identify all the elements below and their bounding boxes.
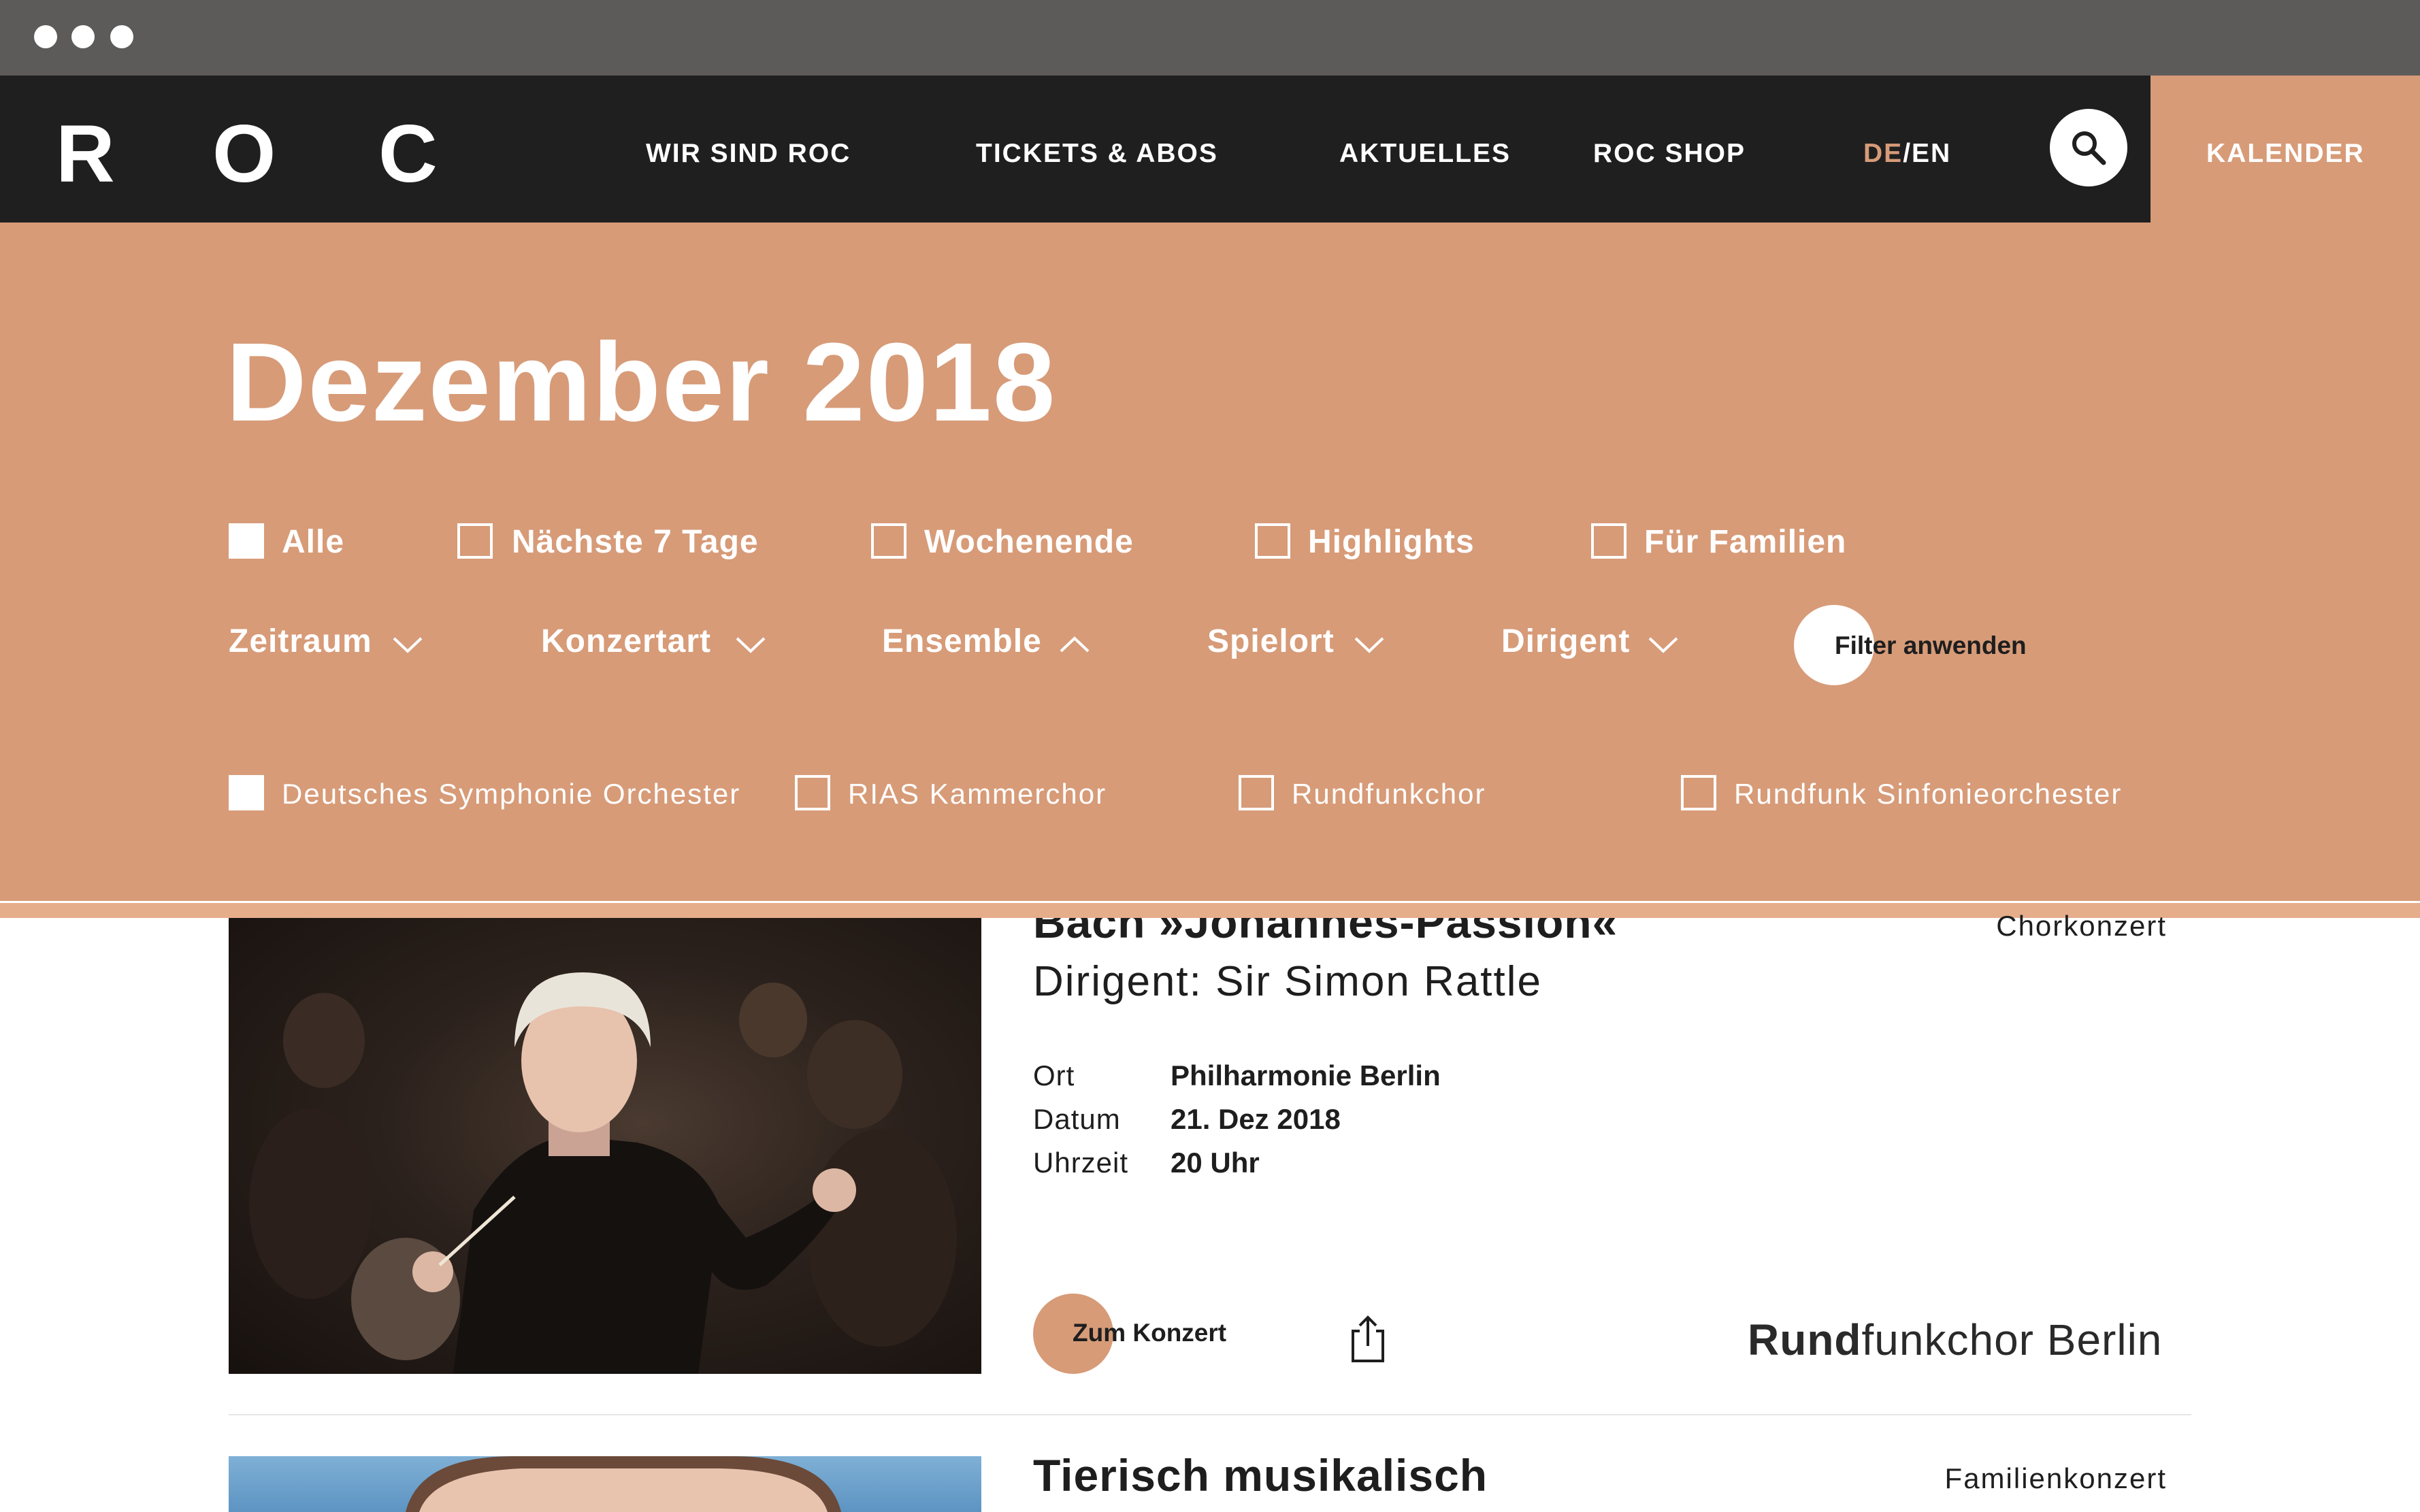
window-dot-icon[interactable] [71,25,95,48]
meta-value-datum: 21. Dez 2018 [1171,1103,1341,1135]
concert-type: Chorkonzert [1996,910,2167,942]
conductor-photo [249,972,957,1374]
meta-label-ort: Ort [1033,1059,1075,1091]
dropdown-konzertart[interactable]: Konzertart [541,623,772,661]
checkbox-rias-kammerchor[interactable] [795,775,830,810]
filter-label-alle[interactable]: Alle [282,523,344,561]
ensemble-label-rso[interactable]: Rundfunk Sinfonieorchester [1734,775,2122,813]
window-dot-icon[interactable] [110,25,133,48]
page-title: Dezember 2018 [226,320,1057,444]
concert-title[interactable]: Tierisch musikalisch [1033,1449,1488,1501]
window-dot-icon[interactable] [34,25,57,48]
apply-filter-label[interactable]: Filter anwenden [1835,631,2027,661]
filter-label-highlights[interactable]: Highlights [1308,523,1475,561]
dropdown-dirigent[interactable]: Dirigent [1501,623,1685,661]
dropdown-label: Konzertart [541,623,712,659]
share-icon[interactable] [1347,1313,1388,1365]
checkbox-wochenende[interactable] [871,523,906,559]
language-switcher: DE/EN [1863,140,1951,167]
nav-item-wir-sind-roc[interactable]: WIR SIND ROC [646,140,851,167]
search-icon [2072,131,2106,165]
dropdown-label: Zeitraum [229,623,372,659]
chevron-down-icon [736,637,766,653]
filter-label-naechste-7-tage[interactable]: Nächste 7 Tage [512,523,759,561]
site-header: R O C WIR SIND ROC TICKETS & ABOS AKTUEL… [0,76,2151,223]
chevron-down-icon [1354,637,1384,653]
chevron-down-icon [1648,637,1678,653]
search-button[interactable] [2050,109,2127,186]
concert-photo[interactable] [229,1456,981,1512]
zum-konzert-label[interactable]: Zum Konzert [1073,1318,1226,1348]
dropdown-label: Dirigent [1501,623,1631,659]
filter-label-fuer-familien[interactable]: Für Familien [1644,523,1846,561]
concert-conductor: Dirigent: Sir Simon Rattle [1033,958,1543,1005]
portrait-photo [406,1456,841,1512]
ensemble-logo[interactable]: Rundfunkchor Berlin [1748,1315,2162,1364]
calendar-filter-panel: Dezember 2018 Alle Nächste 7 Tage Wochen… [0,223,2420,901]
ensemble-label-rias[interactable]: RIAS Kammerchor [848,775,1107,813]
lang-de[interactable]: DE [1863,139,1903,168]
chevron-up-icon [1060,636,1090,653]
checkbox-fuer-familien[interactable] [1591,523,1626,559]
checkbox-naechste-7-tage[interactable] [457,523,493,559]
checkbox-deutsches-symphonie-orchester[interactable] [229,775,264,810]
concert-type: Familienkonzert [1944,1462,2167,1494]
meta-label-uhrzeit: Uhrzeit [1033,1147,1129,1179]
nav-item-aktuelles[interactable]: AKTUELLES [1339,140,1511,167]
ensemble-label-dso[interactable]: Deutsches Symphonie Orchester [282,775,740,813]
concert-divider [229,1414,2191,1415]
logo-letter[interactable]: O [212,113,276,195]
chevron-down-icon [393,637,423,653]
ensemble-logo-rest: funkchor Berlin [1861,1315,2163,1364]
dropdown-zeitraum[interactable]: Zeitraum [229,623,426,661]
ensemble-label-rundfunkchor[interactable]: Rundfunkchor [1292,775,1486,813]
lang-separator: / [1903,139,1912,168]
dropdown-ensemble[interactable]: Ensemble [882,623,1100,661]
lang-en[interactable]: EN [1912,139,1951,168]
logo-letter[interactable]: R [56,113,115,195]
browser-chrome [0,0,2420,76]
checkbox-highlights[interactable] [1255,523,1290,559]
meta-label-datum: Datum [1033,1103,1121,1135]
checkbox-rundfunk-sinfonieorchester[interactable] [1681,775,1716,810]
ensemble-logo-bold: Rund [1748,1315,1862,1364]
nav-item-tickets-abos[interactable]: TICKETS & ABOS [976,140,1218,167]
kalender-label: KALENDER [2206,139,2365,168]
checkbox-rundfunkchor[interactable] [1239,775,1274,810]
meta-value-ort: Philharmonie Berlin [1171,1059,1441,1091]
dropdown-label: Spielort [1207,623,1335,659]
checkbox-alle[interactable] [229,523,264,559]
dropdown-label: Ensemble [882,623,1042,659]
dropdown-spielort[interactable]: Spielort [1207,623,1398,661]
nav-item-roc-shop[interactable]: ROC SHOP [1593,140,1746,167]
logo-letter[interactable]: C [378,113,438,195]
filter-label-wochenende[interactable]: Wochenende [924,523,1134,561]
concert-photo[interactable] [229,918,981,1374]
kalender-button[interactable]: KALENDER [2151,76,2420,223]
meta-value-uhrzeit: 20 Uhr [1171,1147,1260,1179]
